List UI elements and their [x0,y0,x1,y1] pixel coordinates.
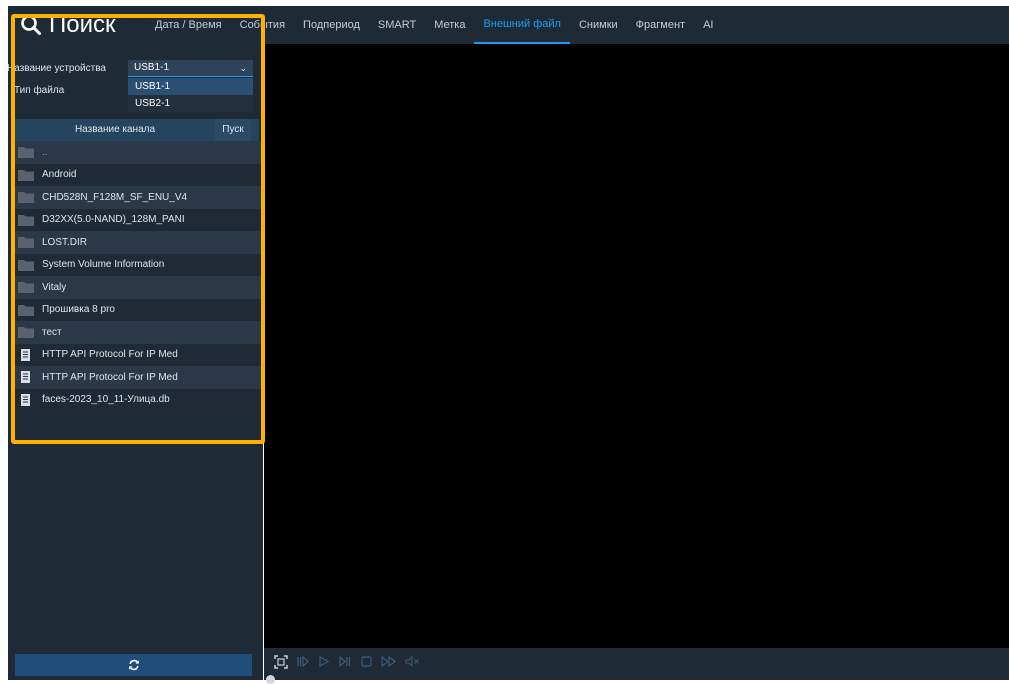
tab-2[interactable]: Подпериод [294,6,369,44]
mute-icon[interactable] [405,656,420,667]
file-name: Android [42,169,77,181]
device-option[interactable]: USB2-1 [128,95,253,112]
file-list: .. Android CHD528N_F128M_SF_ENU_V4 D32XX(5.… [14,141,264,411]
tab-3[interactable]: SMART [369,6,425,44]
fullscreen-icon[interactable] [274,655,288,669]
playback-controls [264,648,1009,684]
document-icon [17,393,35,407]
file-row[interactable]: .. [14,141,264,164]
tab-0[interactable]: Дата / Время [146,6,231,44]
file-browser-panel: Название устройства USB1-1 ⌄ Тип файла U… [7,44,264,680]
column-channel-name: Название канала [74,124,156,135]
tab-5[interactable]: Внешний файл [474,6,570,44]
page-title-text: Поиск [49,11,116,38]
file-name: D32XX(5.0-NAND)_128M_PANI [42,214,185,226]
file-name: Прошивка 8 pro [42,304,115,316]
document-icon [17,348,35,362]
file-name: LOST.DIR [42,236,88,248]
search-playback-window: Поиск Дата / Время События Подпериод SMART М… [0,0,1009,684]
file-type-label: Тип файла [14,85,65,96]
column-play: Пуск [215,119,251,141]
file-row[interactable]: Android [14,163,264,186]
folder-icon [17,213,35,227]
tab-1[interactable]: События [231,6,294,44]
file-row[interactable]: Прошивка 8 pro [14,298,264,321]
search-icon [21,15,41,35]
folder-icon [17,325,35,339]
folder-icon [17,303,35,317]
file-row[interactable]: CHD528N_F128M_SF_ENU_V4 [14,186,264,209]
file-row[interactable]: HTTP API Protocol For IP Med [14,366,264,389]
video-preview[interactable] [264,44,1009,648]
folder-icon [17,168,35,182]
tab-bar: Дата / Время События Подпериод SMART Метка Вн… [146,6,722,44]
file-row[interactable]: тест [14,321,264,344]
fast-forward-icon[interactable] [381,656,397,667]
file-name: .. [42,146,48,158]
refresh-icon [128,659,139,671]
file-table-header: Название канала Пуск [15,119,259,141]
file-name: faces-2023_10_11-Улица.db [42,394,170,406]
play-icon[interactable] [319,656,329,667]
file-row[interactable]: faces-2023_10_11-Улица.db [14,388,264,411]
file-row[interactable]: LOST.DIR [14,231,264,254]
document-icon [17,370,35,384]
file-row[interactable]: HTTP API Protocol For IP Med [14,343,264,366]
stop-icon[interactable] [361,656,372,667]
page-title: Поиск [20,7,116,43]
file-name: HTTP API Protocol For IP Med [42,349,178,361]
step-forward-icon[interactable] [339,656,351,667]
folder-icon [17,280,35,294]
file-name: HTTP API Protocol For IP Med [42,371,178,383]
file-name: System Volume Information [42,259,165,271]
device-select[interactable]: USB1-1 ⌄ [128,60,253,77]
device-name-label: Название устройства [7,63,106,74]
refresh-button[interactable] [15,654,252,676]
chevron-down-icon: ⌄ [239,63,247,73]
tab-7[interactable]: Фрагмент [627,6,694,44]
tab-4[interactable]: Метка [425,6,474,44]
folder-icon [17,145,35,159]
tab-8[interactable]: AI [694,6,722,44]
file-row[interactable]: Vitaly [14,276,264,299]
device-select-value: USB1-1 [134,62,170,73]
file-name: Vitaly [42,281,67,293]
file-row[interactable]: D32XX(5.0-NAND)_128M_PANI [14,208,264,231]
tab-6[interactable]: Снимки [570,6,627,44]
folder-icon [17,190,35,204]
top-bar: Поиск Дата / Время События Подпериод SMART М… [8,6,1009,44]
device-dropdown-list: USB1-1 USB2-1 [128,78,253,112]
file-row[interactable]: System Volume Information [14,253,264,276]
folder-icon [17,235,35,249]
folder-icon [17,258,35,272]
file-name: CHD528N_F128M_SF_ENU_V4 [42,191,188,203]
step-back-icon[interactable] [297,656,309,667]
file-name: тест [42,326,62,338]
device-option[interactable]: USB1-1 [128,78,253,95]
